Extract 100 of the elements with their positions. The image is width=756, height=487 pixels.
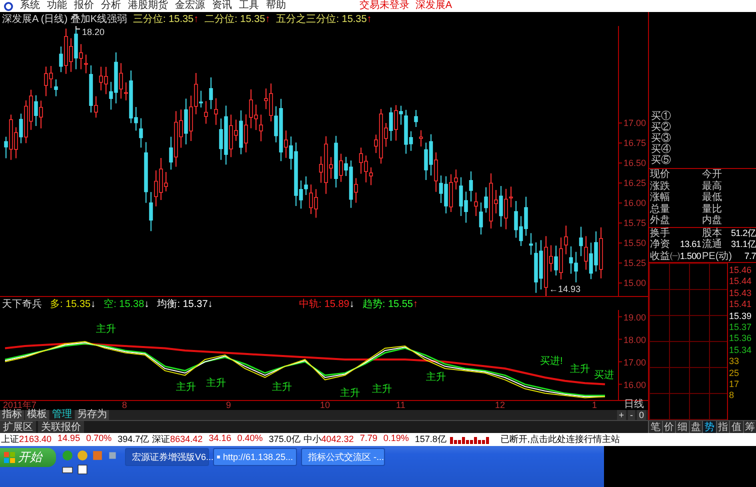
square-app-icon[interactable] (107, 450, 118, 461)
tick-price: 15.43 (728, 288, 753, 300)
quote-label: PE(动) (701, 250, 730, 262)
indicator-reading: 空: 15.38↓ (104, 298, 150, 310)
menu-item[interactable]: 功能 (47, 0, 67, 12)
quote-value: 31.1亿 (730, 239, 756, 250)
taskbar-button[interactable]: http://61.138.25... (213, 448, 297, 466)
connection-message[interactable]: 已断开,点击此处连接行情主站 (500, 433, 620, 446)
bid-label: 买③ (650, 133, 672, 144)
area-tab[interactable]: 关联报价 (38, 421, 84, 433)
low-price-label: ←14.93 (549, 284, 581, 294)
index-quote: 上证2163.40 (1, 433, 52, 446)
level-reading: 三分位: 15.35↑ (133, 13, 199, 26)
stock-name: 深发展A (415, 0, 452, 12)
index-amount: 394.7亿 (118, 433, 150, 446)
indicator-axis-label: 18.00 (623, 334, 646, 345)
help-icon[interactable] (77, 464, 88, 475)
menu-item[interactable]: 资讯 (212, 0, 232, 12)
indicator-tab[interactable]: 管理 (50, 410, 74, 420)
menu-item[interactable]: 工具 (239, 0, 259, 12)
indicator-reading: 多: 15.35↓ (50, 298, 96, 310)
tick-price: 15.39 (728, 310, 753, 322)
zoom-button[interactable]: - (628, 410, 635, 420)
index-quote: 中小4042.32 (303, 433, 354, 446)
date-axis-label: 8 (122, 400, 128, 410)
indicator-axis-label: 16.00 (623, 380, 646, 390)
tick-price: 17 (728, 378, 740, 390)
high-marker (76, 26, 80, 30)
indicator-axis-label: 17.00 (623, 357, 646, 368)
level-reading: 二分位: 15.35↑ (204, 13, 270, 26)
panel-tab[interactable]: 笔 (648, 421, 662, 433)
menu-item[interactable]: 报价 (74, 0, 94, 12)
panel-tab[interactable]: 势 (702, 421, 716, 433)
quote-value: 51.2亿 (730, 228, 756, 239)
index-change: 7.79 (360, 433, 378, 445)
zoom-button[interactable]: 0 (636, 410, 646, 420)
indicator-tab[interactable]: 模板 (25, 410, 49, 420)
quote-label: 最高 (701, 180, 723, 192)
bid-label: 买② (650, 122, 672, 133)
quote-label: 涨跌 (650, 180, 671, 192)
indicator-reading: 均衡: 15.37↓ (157, 298, 213, 310)
quote-value: 1.500 (680, 250, 701, 262)
quote-label: 今开 (701, 169, 723, 180)
signal-label: 主升 (206, 378, 226, 389)
quote-label: 内盘 (701, 215, 723, 226)
signal-label: 主升 (372, 384, 392, 395)
taskbar-button[interactable]: 指标公式交流区 -... (301, 448, 385, 466)
menu-item[interactable]: 分析 (101, 0, 121, 12)
quote-label: 外盘 (650, 215, 671, 226)
app-logo-icon (4, 2, 13, 10)
index-percent: 0.40% (237, 433, 263, 445)
signal-label: 主升 (570, 364, 590, 375)
date-axis-label: 10 (320, 400, 330, 410)
indicator-reading: 中轨: 15.89↓ (298, 298, 354, 310)
signal-label: 主升 (340, 388, 360, 399)
quote-label: 换手 (650, 228, 671, 239)
area-tab[interactable]: 扩展区 (0, 421, 36, 433)
panel-tab[interactable]: 盘 (688, 421, 702, 433)
tick-price: 15.46 (728, 265, 753, 276)
bid-label: 买④ (650, 144, 672, 155)
tick-price: 33 (728, 356, 740, 368)
quote-label: 最低 (701, 192, 723, 204)
level-reading: 五分之三分位: 15.35↑ (276, 12, 372, 26)
tick-price: 15.36 (728, 333, 753, 345)
price-axis-label: 16.75 (623, 138, 646, 148)
quote-label: 量比 (701, 204, 723, 214)
date-axis-label: 9 (226, 400, 232, 410)
index-change: 14.95 (58, 433, 80, 445)
signal-label: 主升 (426, 372, 446, 383)
tick-price: 15.44 (728, 276, 753, 288)
panel-tab[interactable]: 细 (675, 421, 688, 433)
indicator-tab[interactable]: 指标 (0, 410, 24, 420)
menu-item[interactable]: 港股期货 (128, 0, 168, 12)
index-change: 34.16 (208, 433, 232, 445)
index-amount: 375.0亿 (268, 433, 300, 446)
quote-label: 收益㈠ (650, 250, 679, 262)
period-label: 日线 (624, 400, 644, 410)
quote-label: 流通 (701, 239, 723, 250)
quote-label: 股本 (701, 228, 723, 238)
panel-tab[interactable]: 价 (662, 421, 675, 433)
square-app-icon[interactable] (92, 450, 103, 461)
indicator-tab[interactable]: 另存为 (75, 410, 109, 420)
price-axis-label: 16.00 (623, 198, 646, 208)
panel-tab[interactable]: 筹 (742, 421, 756, 433)
quote-value: 7.7 (743, 250, 756, 262)
price-axis-label: 17.00 (623, 118, 646, 128)
menu-item[interactable]: 帮助 (266, 0, 286, 12)
zoom-button[interactable]: + (616, 410, 626, 420)
index-percent: 0.19% (383, 433, 409, 445)
quote-value: 13.61 (679, 239, 701, 250)
keyboard-icon[interactable] (62, 464, 73, 475)
price-axis-label: 15.75 (623, 218, 646, 228)
tick-price: 15.41 (728, 299, 753, 311)
bid-label: 买⑤ (650, 155, 672, 166)
price-axis-label: 15.00 (623, 278, 646, 288)
indicator-reading: 趋势: 15.55↑ (362, 298, 418, 310)
panel-tab[interactable]: 指 (716, 421, 729, 433)
panel-tab[interactable]: 值 (729, 421, 742, 433)
signal-label: 买进 (594, 370, 614, 381)
quote-label: 总量 (650, 204, 671, 215)
